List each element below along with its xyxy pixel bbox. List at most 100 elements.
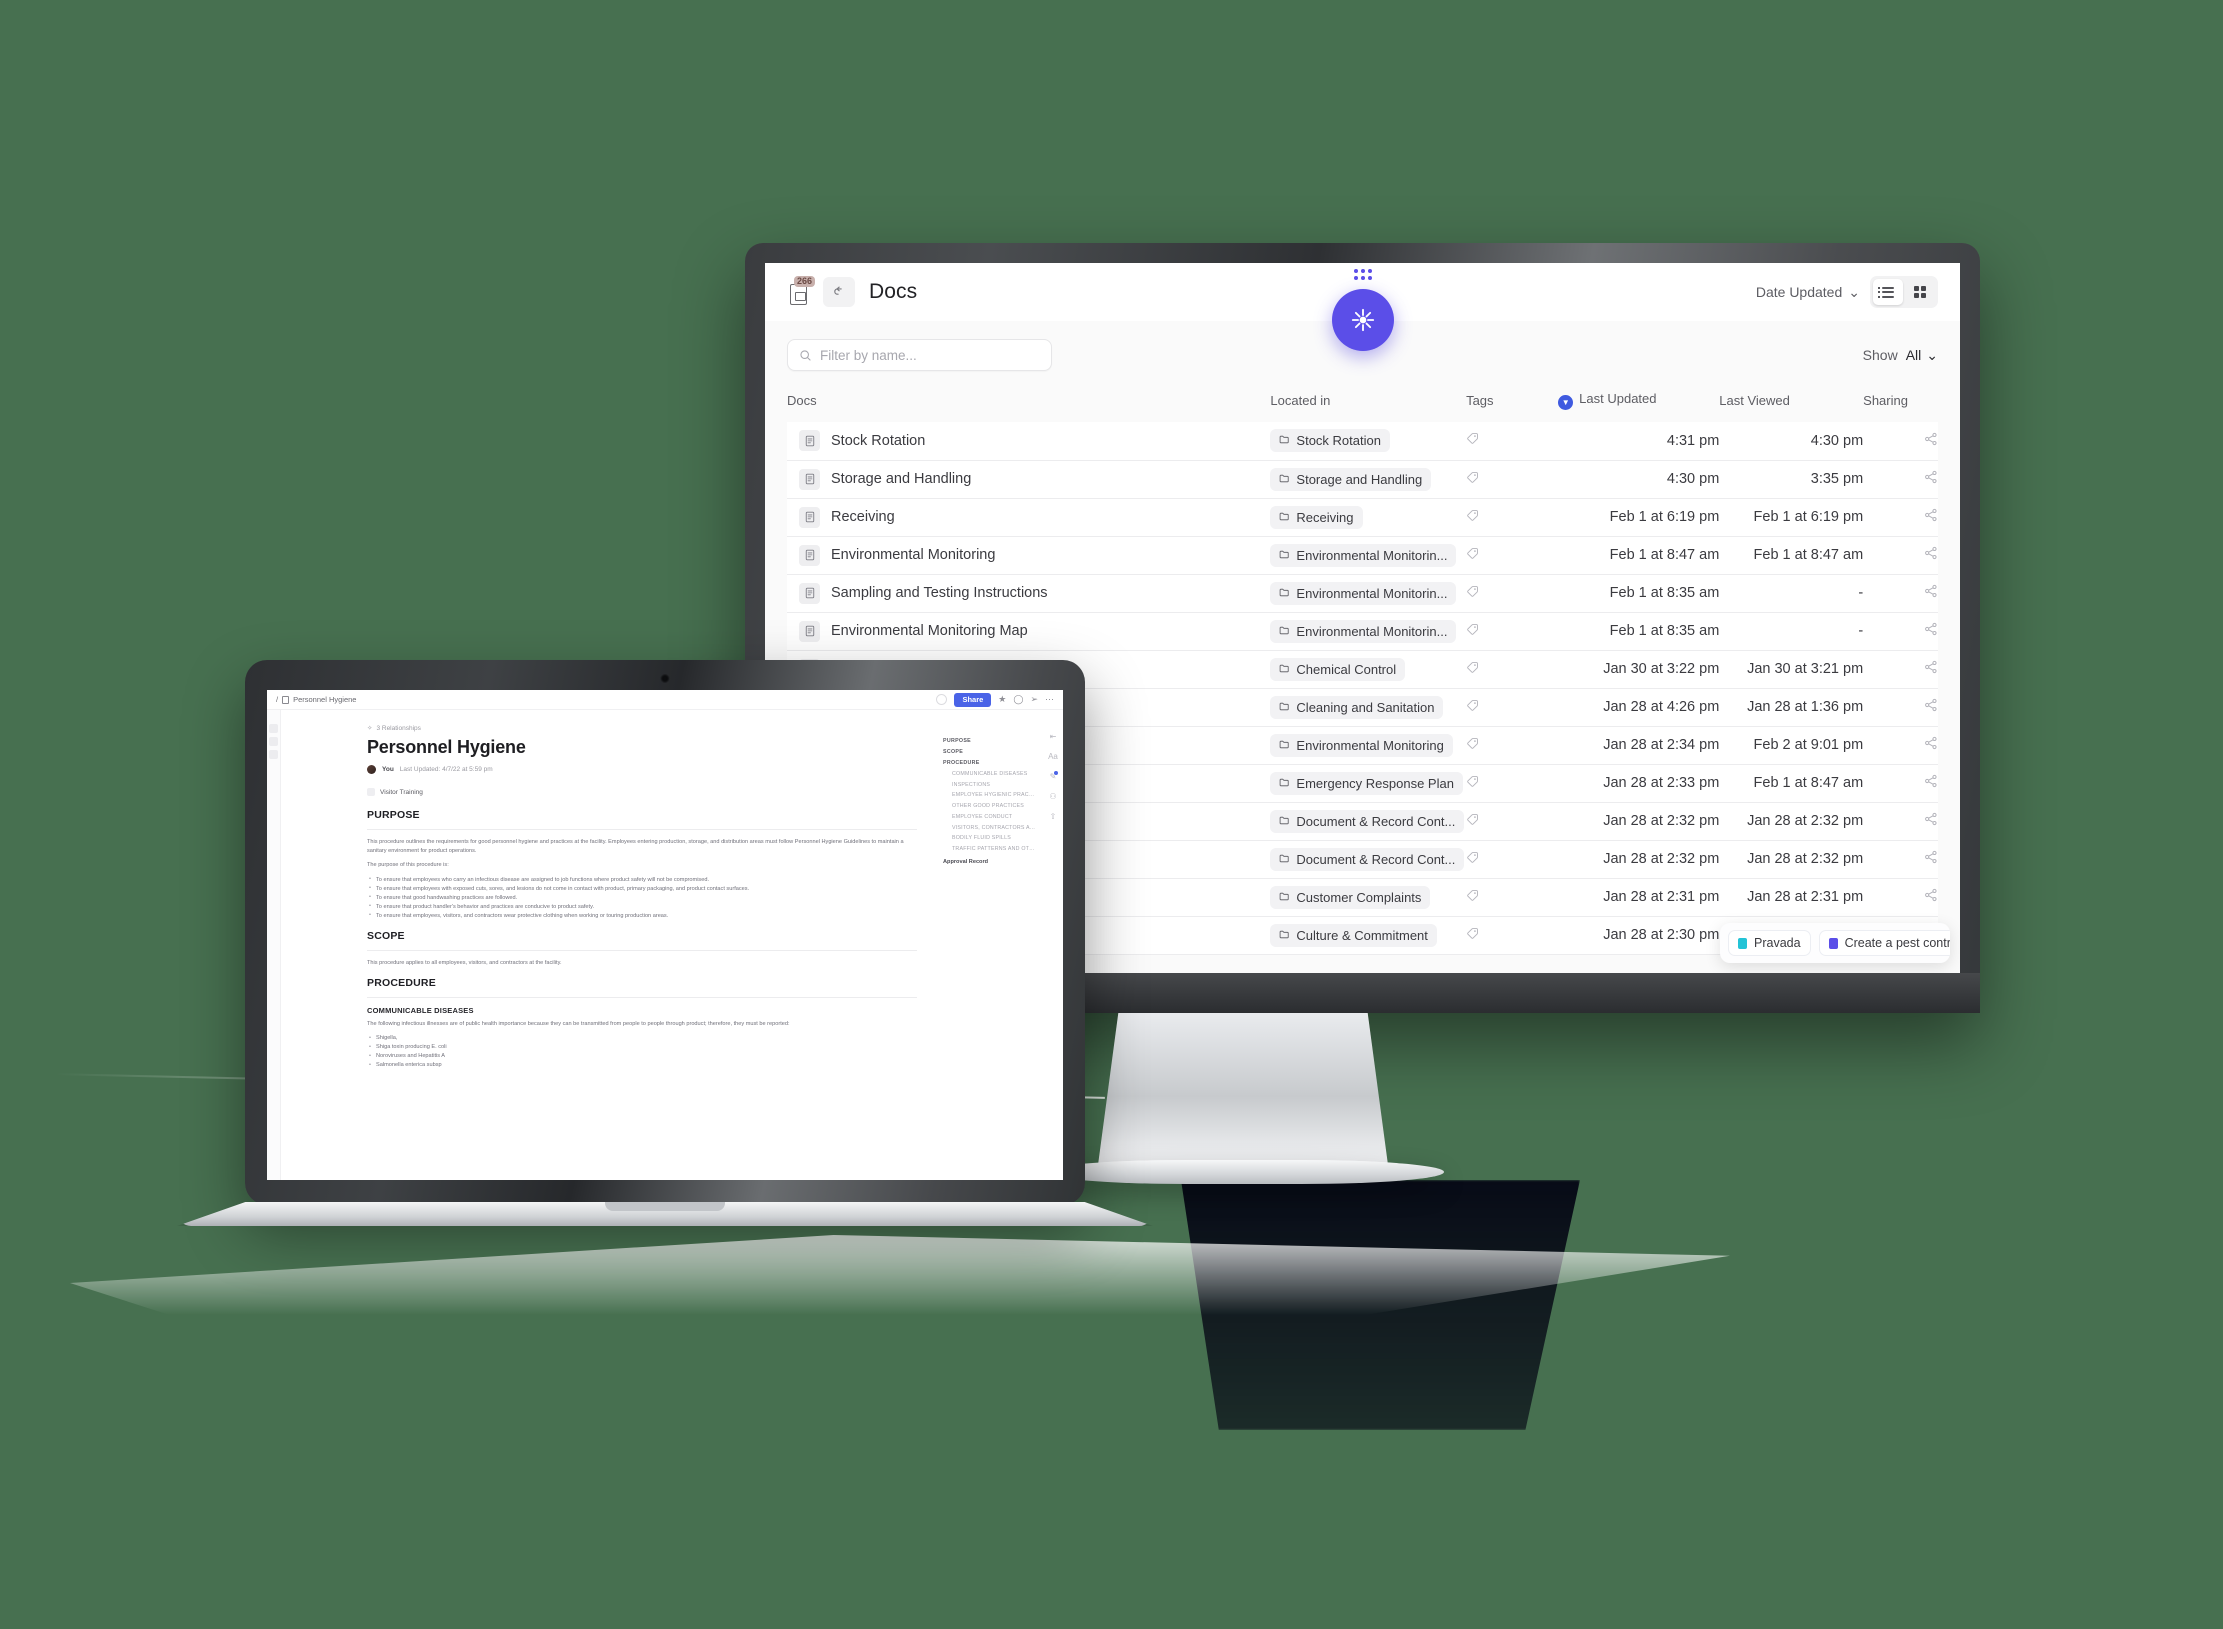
- cell-located-in[interactable]: Environmental Monitorin...: [1270, 574, 1467, 613]
- toc-footer[interactable]: Approval Record: [943, 855, 1035, 865]
- cell-doc-name[interactable]: Sampling and Testing Instructions: [787, 574, 1271, 613]
- share-icon[interactable]: [1924, 774, 1938, 792]
- column-header-sharing[interactable]: Sharing: [1863, 385, 1938, 422]
- cell-sharing[interactable]: [1863, 650, 1938, 689]
- folder-chip[interactable]: Cleaning and Sanitation: [1270, 695, 1444, 719]
- share-icon[interactable]: [1924, 584, 1938, 602]
- folder-chip[interactable]: Environmental Monitorin...: [1270, 543, 1457, 567]
- cell-tags[interactable]: [1466, 878, 1559, 917]
- cell-doc-name[interactable]: Environmental Monitoring: [787, 536, 1271, 575]
- share-icon[interactable]: [1924, 888, 1938, 906]
- cell-sharing[interactable]: [1863, 802, 1938, 841]
- column-header-last-updated[interactable]: ▼ Last Updated: [1558, 385, 1720, 422]
- tag-icon[interactable]: [1466, 737, 1479, 754]
- column-header-located-in[interactable]: Located in: [1270, 385, 1467, 422]
- toc-item[interactable]: SCOPE: [943, 747, 1035, 758]
- tag-icon[interactable]: [1466, 889, 1479, 906]
- cell-sharing[interactable]: [1863, 574, 1938, 613]
- column-header-docs[interactable]: Docs: [787, 385, 1271, 422]
- cell-tags[interactable]: [1466, 536, 1559, 575]
- toc-item[interactable]: INSPECTIONS: [943, 779, 1035, 790]
- cell-doc-name[interactable]: Receiving: [787, 498, 1271, 537]
- cell-tags[interactable]: [1466, 498, 1559, 537]
- ai-assistant-button[interactable]: [1331, 289, 1394, 351]
- share-icon[interactable]: [1924, 470, 1938, 488]
- more-options-icon[interactable]: ⋯: [1045, 694, 1054, 705]
- table-row[interactable]: Storage and Handling Storage and Handling…: [787, 460, 1938, 499]
- cell-tags[interactable]: [1466, 840, 1559, 879]
- share-icon[interactable]: [1924, 812, 1938, 830]
- people-icon[interactable]: ⚇: [1049, 792, 1056, 801]
- toast-pill[interactable]: Pravada: [1728, 930, 1811, 956]
- folder-chip[interactable]: Document & Record Cont...: [1270, 809, 1465, 833]
- comment-icon[interactable]: ◯: [1013, 694, 1023, 705]
- history-icon[interactable]: [936, 694, 948, 705]
- folder-chip[interactable]: Environmental Monitorin...: [1270, 619, 1457, 643]
- cell-tags[interactable]: [1466, 574, 1559, 613]
- grid-view-button[interactable]: [1905, 279, 1935, 305]
- share-icon[interactable]: [1924, 508, 1938, 526]
- cell-sharing[interactable]: [1863, 498, 1938, 537]
- cell-sharing[interactable]: [1863, 460, 1938, 499]
- cell-tags[interactable]: [1466, 726, 1559, 765]
- folder-chip[interactable]: Chemical Control: [1270, 657, 1406, 681]
- cell-located-in[interactable]: Document & Record Cont...: [1270, 802, 1467, 841]
- text-size-icon[interactable]: Aa: [1048, 752, 1058, 761]
- toc-item[interactable]: VISITORS, CONTRACTORS AND ...: [943, 822, 1035, 833]
- share-icon[interactable]: [1924, 698, 1938, 716]
- tag-icon[interactable]: [1466, 433, 1479, 449]
- tag-icon[interactable]: [1466, 547, 1479, 564]
- toc-item[interactable]: TRAFFIC PATTERNS AND OTHER ...: [943, 844, 1035, 855]
- tag-icon[interactable]: [1466, 775, 1479, 792]
- folder-chip[interactable]: Emergency Response Plan: [1270, 771, 1463, 795]
- cell-tags[interactable]: [1466, 650, 1559, 689]
- related-document-item[interactable]: Visitor Training: [367, 784, 917, 800]
- cell-located-in[interactable]: Culture & Commitment: [1270, 916, 1467, 955]
- breadcrumb[interactable]: / Personnel Hygiene: [276, 695, 356, 704]
- table-row[interactable]: Environmental Monitoring Environmental Mo…: [787, 536, 1938, 575]
- cell-located-in[interactable]: Customer Complaints: [1270, 878, 1467, 917]
- cell-located-in[interactable]: Emergency Response Plan: [1270, 764, 1467, 803]
- cell-sharing[interactable]: [1863, 688, 1938, 727]
- share-icon[interactable]: [1924, 546, 1938, 564]
- toc-item[interactable]: EMPLOYEE HYGIENIC PRACTICES: [943, 790, 1035, 801]
- sort-dropdown[interactable]: Date Updated ⌄: [1756, 284, 1860, 301]
- cell-doc-name[interactable]: Environmental Monitoring Map: [787, 612, 1271, 651]
- cell-located-in[interactable]: Environmental Monitoring: [1270, 726, 1467, 765]
- toc-item[interactable]: COMMUNICABLE DISEASES: [943, 768, 1035, 779]
- tag-icon[interactable]: [1466, 813, 1479, 830]
- toc-item[interactable]: OTHER GOOD PRACTICES: [943, 801, 1035, 812]
- share-icon[interactable]: [1924, 660, 1938, 678]
- folder-chip[interactable]: Stock Rotation: [1270, 429, 1390, 453]
- edit-icon[interactable]: ✎: [1050, 771, 1059, 781]
- share-icon[interactable]: [1924, 622, 1938, 640]
- tag-icon[interactable]: [1466, 585, 1479, 602]
- toc-item[interactable]: PROCEDURE: [943, 758, 1035, 769]
- cell-tags[interactable]: [1466, 688, 1559, 727]
- cell-sharing[interactable]: [1863, 840, 1938, 879]
- collapse-icon[interactable]: ⇤: [1050, 732, 1057, 741]
- column-header-last-viewed[interactable]: Last Viewed: [1719, 385, 1864, 422]
- cell-sharing[interactable]: [1863, 422, 1938, 461]
- table-row[interactable]: Sampling and Testing Instructions Environ…: [787, 574, 1938, 613]
- folder-chip[interactable]: Document & Record Cont...: [1270, 847, 1465, 871]
- share-button[interactable]: Share: [954, 692, 992, 707]
- toc-item[interactable]: BODILY FLUID SPILLS: [943, 833, 1035, 844]
- folder-chip[interactable]: Culture & Commitment: [1270, 923, 1437, 947]
- tag-icon[interactable]: [1466, 471, 1479, 488]
- list-view-button[interactable]: [1873, 279, 1903, 305]
- cell-tags[interactable]: [1466, 612, 1559, 651]
- tag-icon[interactable]: [1466, 927, 1479, 944]
- toc-item[interactable]: EMPLOYEE CONDUCT: [943, 811, 1035, 822]
- doc-sidebar-rail[interactable]: [267, 710, 281, 1180]
- folder-chip[interactable]: Customer Complaints: [1270, 885, 1431, 909]
- cell-located-in[interactable]: Environmental Monitorin...: [1270, 536, 1467, 575]
- send-icon[interactable]: ➢: [1030, 694, 1038, 705]
- relationships-link[interactable]: ✧ 3 Relationships: [367, 724, 917, 733]
- cell-tags[interactable]: [1466, 460, 1559, 499]
- table-row[interactable]: Environmental Monitoring Map Environmenta…: [787, 612, 1938, 651]
- cell-sharing[interactable]: [1863, 536, 1938, 575]
- table-row[interactable]: Stock Rotation Stock Rotation 4:31 pm 4:30 …: [787, 422, 1938, 461]
- cell-doc-name[interactable]: Storage and Handling: [787, 460, 1271, 499]
- column-header-tags[interactable]: Tags: [1466, 385, 1559, 422]
